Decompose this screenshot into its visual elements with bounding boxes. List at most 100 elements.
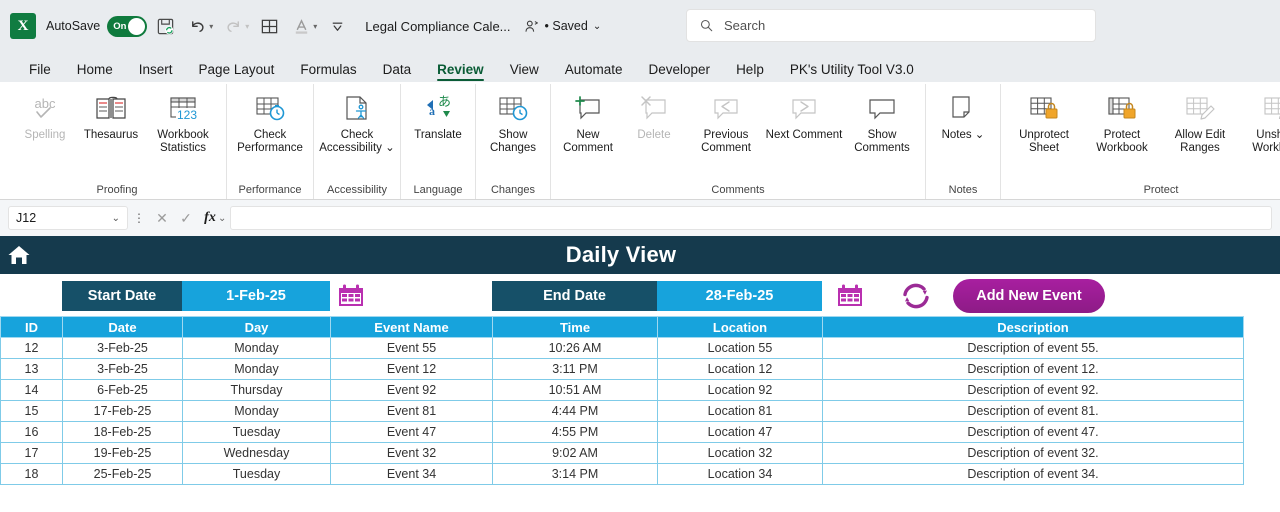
end-date-calendar-button[interactable] <box>833 283 867 309</box>
cell-day[interactable]: Monday <box>182 400 331 422</box>
cell-day[interactable]: Tuesday <box>182 463 331 485</box>
previous-comment-button[interactable]: Previous Comment <box>687 84 765 155</box>
more-options-icon[interactable]: ⋮ <box>128 211 150 225</box>
translate-button[interactable]: aあ Translate <box>405 84 471 142</box>
cell-id[interactable]: 17 <box>0 442 63 464</box>
save-status-group[interactable]: • Saved ⌄ <box>523 18 601 35</box>
cell-date[interactable]: 25-Feb-25 <box>62 463 183 485</box>
ribbon-tab-developer[interactable]: Developer <box>636 59 724 82</box>
show-changes-button[interactable]: Show Changes <box>480 84 546 155</box>
ribbon-tab-automate[interactable]: Automate <box>552 59 636 82</box>
ribbon-tab-help[interactable]: Help <box>723 59 777 82</box>
formula-input[interactable] <box>230 206 1272 230</box>
cell-time[interactable]: 3:14 PM <box>492 463 658 485</box>
cell-id[interactable]: 18 <box>0 463 63 485</box>
fx-chevron-down-icon[interactable]: ⌄ <box>218 213 226 224</box>
cell-date[interactable]: 3-Feb-25 <box>62 337 183 359</box>
cell-location[interactable]: Location 47 <box>657 421 823 443</box>
cell-time[interactable]: 9:02 AM <box>492 442 658 464</box>
cell-time[interactable]: 10:26 AM <box>492 337 658 359</box>
table-row[interactable]: 13 3-Feb-25 Monday Event 12 3:11 PM Location … <box>0 358 1244 380</box>
cell-time[interactable]: 4:55 PM <box>492 421 658 443</box>
customize-quick-access-icon[interactable] <box>323 12 351 40</box>
cell-event-name[interactable]: Event 47 <box>330 421 493 443</box>
ribbon-tab-file[interactable]: File <box>16 59 64 82</box>
end-date-value[interactable]: 28-Feb-25 <box>657 280 822 311</box>
table-row[interactable]: 12 3-Feb-25 Monday Event 55 10:26 AM Location… <box>0 337 1244 359</box>
cell-id[interactable]: 12 <box>0 337 63 359</box>
table-row[interactable]: 17 19-Feb-25 Wednesday Event 32 9:02 AM Locat… <box>0 442 1244 464</box>
ribbon-tab-page-layout[interactable]: Page Layout <box>186 59 288 82</box>
ribbon-tab-insert[interactable]: Insert <box>126 59 186 82</box>
table-row[interactable]: 15 17-Feb-25 Monday Event 81 4:44 PM Location… <box>0 400 1244 422</box>
table-row[interactable]: 14 6-Feb-25 Thursday Event 92 10:51 AM Locati… <box>0 379 1244 401</box>
cell-time[interactable]: 4:44 PM <box>492 400 658 422</box>
font-color-icon[interactable] <box>287 12 315 40</box>
cell-location[interactable]: Location 81 <box>657 400 823 422</box>
save-icon[interactable] <box>151 12 179 40</box>
unshare-workbook-button[interactable]: Unshare Workbook <box>1239 84 1280 155</box>
ribbon-tab-data[interactable]: Data <box>370 59 425 82</box>
cell-date[interactable]: 3-Feb-25 <box>62 358 183 380</box>
ribbon-tab-home[interactable]: Home <box>64 59 126 82</box>
autosave-toggle[interactable]: On <box>107 15 148 37</box>
cell-location[interactable]: Location 32 <box>657 442 823 464</box>
cell-id[interactable]: 13 <box>0 358 63 380</box>
check-accessibility-button[interactable]: Check Accessibility ⌄ <box>318 84 396 155</box>
name-box[interactable]: J12 ⌄ <box>8 206 128 230</box>
cell-id[interactable]: 16 <box>0 421 63 443</box>
start-date-value[interactable]: 1-Feb-25 <box>182 280 330 311</box>
cell-location[interactable]: Location 92 <box>657 379 823 401</box>
cell-description[interactable]: Description of event 55. <box>822 337 1244 359</box>
cell-event-name[interactable]: Event 55 <box>330 337 493 359</box>
cell-description[interactable]: Description of event 81. <box>822 400 1244 422</box>
ribbon-tab-review[interactable]: Review <box>424 59 497 82</box>
ribbon-tab-view[interactable]: View <box>497 59 552 82</box>
cell-day[interactable]: Wednesday <box>182 442 331 464</box>
protect-workbook-button[interactable]: Protect Workbook <box>1083 84 1161 155</box>
cell-time[interactable]: 10:51 AM <box>492 379 658 401</box>
cell-event-name[interactable]: Event 12 <box>330 358 493 380</box>
cell-event-name[interactable]: Event 34 <box>330 463 493 485</box>
search-input[interactable]: Search <box>686 9 1096 42</box>
new-comment-button[interactable]: New Comment <box>555 84 621 155</box>
start-date-calendar-button[interactable] <box>334 283 368 309</box>
table-icon[interactable] <box>255 12 283 40</box>
cell-date[interactable]: 6-Feb-25 <box>62 379 183 401</box>
cell-event-name[interactable]: Event 81 <box>330 400 493 422</box>
cell-date[interactable]: 18-Feb-25 <box>62 421 183 443</box>
font-color-caret-icon[interactable]: ▾ <box>313 22 317 31</box>
next-comment-button[interactable]: Next Comment <box>765 84 843 142</box>
cell-location[interactable]: Location 55 <box>657 337 823 359</box>
undo-dropdown-caret-icon[interactable]: ▾ <box>209 22 213 31</box>
cell-day[interactable]: Monday <box>182 358 331 380</box>
cell-id[interactable]: 14 <box>0 379 63 401</box>
saved-chevron-down-icon[interactable]: ⌄ <box>593 21 601 32</box>
cell-event-name[interactable]: Event 92 <box>330 379 493 401</box>
undo-icon[interactable] <box>183 12 211 40</box>
spelling-button[interactable]: abc Spelling <box>12 84 78 142</box>
ribbon-tab-formulas[interactable]: Formulas <box>287 59 369 82</box>
refresh-button[interactable] <box>893 281 939 311</box>
notes-button[interactable]: Notes ⌄ <box>930 84 996 142</box>
cell-day[interactable]: Monday <box>182 337 331 359</box>
delete-comment-button[interactable]: Delete <box>621 84 687 142</box>
cell-description[interactable]: Description of event 47. <box>822 421 1244 443</box>
cell-day[interactable]: Thursday <box>182 379 331 401</box>
table-row[interactable]: 16 18-Feb-25 Tuesday Event 47 4:55 PM Locatio… <box>0 421 1244 443</box>
ribbon-tab-pk-s-utility-tool-v3-0[interactable]: PK's Utility Tool V3.0 <box>777 59 927 82</box>
show-comments-button[interactable]: Show Comments <box>843 84 921 155</box>
check-performance-button[interactable]: Check Performance <box>231 84 309 155</box>
cell-date[interactable]: 19-Feb-25 <box>62 442 183 464</box>
add-new-event-button[interactable]: Add New Event <box>953 278 1105 313</box>
cell-description[interactable]: Description of event 92. <box>822 379 1244 401</box>
allow-edit-ranges-button[interactable]: Allow Edit Ranges <box>1161 84 1239 155</box>
unprotect-sheet-button[interactable]: Unprotect Sheet <box>1005 84 1083 155</box>
document-title[interactable]: Legal Compliance Cale... <box>365 19 510 34</box>
cell-event-name[interactable]: Event 32 <box>330 442 493 464</box>
cell-day[interactable]: Tuesday <box>182 421 331 443</box>
cell-location[interactable]: Location 34 <box>657 463 823 485</box>
thesaurus-button[interactable]: Thesaurus <box>78 84 144 142</box>
cancel-icon[interactable]: ✕ <box>150 210 174 227</box>
cell-description[interactable]: Description of event 32. <box>822 442 1244 464</box>
